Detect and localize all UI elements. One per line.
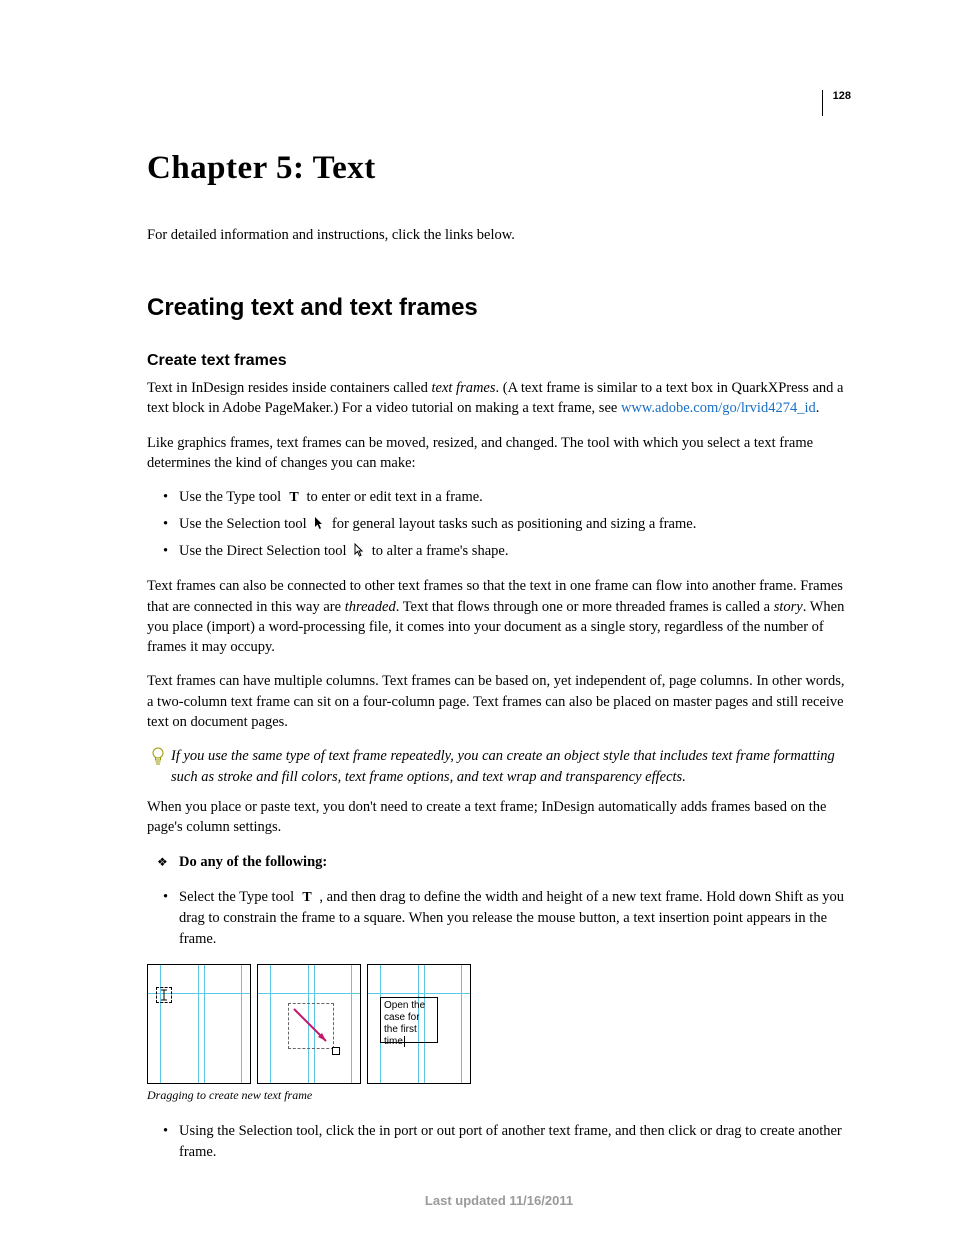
result-text-frame: Open the case for the first time​ xyxy=(380,997,438,1043)
figure-panel-2 xyxy=(257,964,361,1084)
type-cursor-icon xyxy=(156,987,172,1003)
svg-text:T: T xyxy=(302,890,312,903)
lightbulb-icon xyxy=(151,747,165,772)
intro-paragraph: For detailed information and instruction… xyxy=(147,227,851,244)
type-tool-icon: T xyxy=(300,889,314,903)
instruction-list-1: Select the Type tool T , and then drag t… xyxy=(147,887,851,950)
tip-callout: If you use the same type of text frame r… xyxy=(147,746,851,787)
text: Use the Type tool xyxy=(179,489,285,505)
text-cursor-icon: ​ xyxy=(404,1036,405,1047)
text: for general layout tasks such as positio… xyxy=(328,516,696,532)
list-item: Use the Direct Selection tool to alter a… xyxy=(147,541,851,562)
resize-handle-icon xyxy=(332,1047,340,1055)
direct-selection-tool-icon xyxy=(352,543,366,557)
instruction-header-list: Do any of the following: xyxy=(147,852,851,873)
paragraph-1: Text in InDesign resides inside containe… xyxy=(147,378,851,419)
text: . Text that flows through one or more th… xyxy=(396,599,774,615)
type-tool-icon: T xyxy=(287,489,301,503)
text: Use the Direct Selection tool xyxy=(179,543,350,559)
term-threaded: threaded xyxy=(345,599,396,615)
section-title: Creating text and text frames xyxy=(147,294,851,322)
text: to enter or edit text in a frame. xyxy=(303,489,483,505)
text: Text in InDesign resides inside containe… xyxy=(147,380,431,396)
term-story: story xyxy=(774,599,803,615)
list-item: Use the Selection tool for general layou… xyxy=(147,514,851,535)
text: Select the Type tool xyxy=(179,889,298,905)
paragraph-4: Text frames can have multiple columns. T… xyxy=(147,671,851,732)
paragraph-5: When you place or paste text, you don't … xyxy=(147,797,851,838)
text: to alter a frame's shape. xyxy=(368,543,508,559)
selection-tool-icon xyxy=(312,516,326,530)
term-text-frames: text frames xyxy=(431,380,495,396)
instruction-list-2: Using the Selection tool, click the in p… xyxy=(147,1121,851,1163)
figure-caption: Dragging to create new text frame xyxy=(147,1088,851,1103)
page-number: 128 xyxy=(822,90,851,116)
instruction-header: Do any of the following: xyxy=(147,852,851,873)
video-tutorial-link[interactable]: www.adobe.com/go/lrvid4274_id xyxy=(621,400,816,416)
subsection-title: Create text frames xyxy=(147,352,851,370)
list-item: Use the Type tool T to enter or edit tex… xyxy=(147,487,851,508)
footer-updated: Last updated 11/16/2011 xyxy=(147,1193,851,1208)
list-item: Using the Selection tool, click the in p… xyxy=(147,1121,851,1163)
text: Use the Selection tool xyxy=(179,516,310,532)
paragraph-2: Like graphics frames, text frames can be… xyxy=(147,433,851,474)
chapter-title: Chapter 5: Text xyxy=(147,150,851,187)
text: Do any of the following: xyxy=(179,854,327,870)
figure-panel-3: Open the case for the first time​ xyxy=(367,964,471,1084)
paragraph-3: Text frames can also be connected to oth… xyxy=(147,576,851,657)
svg-text:T: T xyxy=(289,490,299,503)
drag-arrow-icon xyxy=(292,1007,336,1051)
tool-list: Use the Type tool T to enter or edit tex… xyxy=(147,487,851,562)
tip-text: If you use the same type of text frame r… xyxy=(171,746,851,787)
figure-panel-1 xyxy=(147,964,251,1084)
text: . xyxy=(816,400,820,416)
figure-dragging-frame: Open the case for the first time​ xyxy=(147,964,851,1084)
list-item: Select the Type tool T , and then drag t… xyxy=(147,887,851,950)
